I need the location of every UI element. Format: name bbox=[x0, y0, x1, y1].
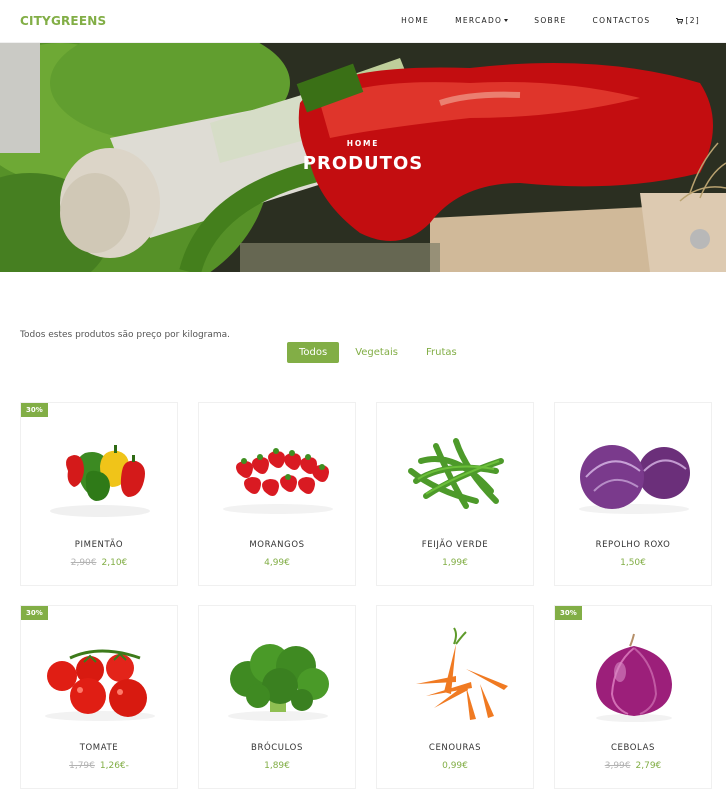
nav-sobre-label: SOBRE bbox=[534, 16, 567, 25]
product-card[interactable]: CENOURAS 0,99€ bbox=[376, 605, 534, 789]
discount-badge: 30% bbox=[21, 606, 48, 620]
nav-contactos-label: CONTACTOS bbox=[592, 16, 651, 25]
product-prices: 3,99€ 2,79€ bbox=[555, 761, 711, 771]
cart-icon bbox=[676, 17, 684, 24]
product-card[interactable]: REPOLHO ROXO 1,50€ bbox=[554, 402, 712, 586]
product-card[interactable]: 30% TOMATE 1,79€ 1,26€- bbox=[20, 605, 178, 789]
product-name: BRÓCULOS bbox=[251, 743, 303, 753]
product-prices: 1,50€ bbox=[555, 558, 711, 568]
brand-logo[interactable]: CITYGREENS bbox=[20, 14, 106, 28]
product-name: PIMENTÃO bbox=[74, 540, 124, 550]
price: 2,10€ bbox=[101, 558, 128, 568]
price: 1,89€ bbox=[264, 761, 290, 771]
cart-count: [2] bbox=[685, 16, 700, 25]
nav-links: HOME MERCADO SOBRE CONTACTOS [2] bbox=[375, 16, 700, 25]
red-cabbage-image bbox=[579, 445, 690, 514]
breadcrumb[interactable]: HOME bbox=[0, 139, 726, 148]
green-beans-image bbox=[408, 438, 504, 509]
red-onion-image bbox=[596, 633, 672, 722]
product-prices: 1,99€ bbox=[377, 558, 533, 568]
product-card[interactable]: 30% PIMENTÃO 2,90€ 2,10€ bbox=[20, 402, 178, 586]
caret-down-icon bbox=[504, 19, 509, 22]
price: 4,99€ bbox=[264, 558, 290, 568]
nav-contactos[interactable]: CONTACTOS bbox=[593, 16, 651, 25]
product-prices: 0,99€ bbox=[377, 761, 533, 771]
navbar: CITYGREENS HOME MERCADO SOBRE CONTACTOS … bbox=[0, 0, 726, 43]
nav-sobre[interactable]: SOBRE bbox=[534, 16, 566, 25]
price: 0,99€ bbox=[442, 761, 468, 771]
nav-mercado-label: MERCADO bbox=[455, 16, 503, 25]
product-card[interactable]: BRÓCULOS 1,89€ bbox=[198, 605, 356, 789]
hero-banner: HOME PRODUTOS bbox=[0, 43, 726, 272]
filter-todos[interactable]: Todos bbox=[287, 342, 340, 363]
price: 1,50€ bbox=[620, 558, 646, 568]
product-name: TOMATE bbox=[79, 743, 119, 753]
page-title: PRODUTOS bbox=[302, 153, 424, 174]
old-price: 2,90€ bbox=[70, 558, 97, 568]
product-card[interactable]: MORANGOS 4,99€ bbox=[198, 402, 356, 586]
nav-cart[interactable]: [2] bbox=[676, 16, 700, 25]
product-prices: 4,99€ bbox=[199, 558, 355, 568]
pricing-note: Todos estes produtos são preço por kilog… bbox=[20, 330, 231, 340]
tomatoes-image bbox=[45, 649, 155, 721]
filter-frutas[interactable]: Frutas bbox=[414, 342, 469, 363]
price: 1,99€ bbox=[442, 558, 468, 568]
product-prices: 2,90€ 2,10€ bbox=[21, 558, 177, 568]
product-name: FEIJÃO VERDE bbox=[421, 540, 489, 550]
filter-vegetais[interactable]: Vegetais bbox=[343, 342, 410, 363]
nav-home-label: HOME bbox=[401, 16, 430, 25]
nav-home[interactable]: HOME bbox=[401, 16, 429, 25]
discount-badge: 30% bbox=[21, 403, 48, 417]
category-filters: Todos Vegetais Frutas bbox=[287, 342, 473, 363]
old-price: 3,99€ bbox=[604, 761, 631, 771]
product-name: CENOURAS bbox=[428, 743, 482, 753]
product-prices: 1,79€ 1,26€- bbox=[21, 761, 177, 771]
bell-peppers-image bbox=[50, 445, 150, 517]
product-name: CEBOLAS bbox=[610, 743, 656, 753]
carrots-image bbox=[416, 627, 508, 720]
broccoli-image bbox=[228, 644, 329, 721]
discount-badge: 30% bbox=[555, 606, 582, 620]
strawberries-image bbox=[223, 448, 333, 514]
price: 1,26€- bbox=[99, 761, 129, 771]
product-card[interactable]: FEIJÃO VERDE 1,99€ bbox=[376, 402, 534, 586]
product-prices: 1,89€ bbox=[199, 761, 355, 771]
old-price: 1,79€ bbox=[69, 761, 95, 771]
product-card[interactable]: 30% CEBOLAS 3,99€ 2,79€ bbox=[554, 605, 712, 789]
product-name: MORANGOS bbox=[249, 540, 305, 550]
price: 2,79€ bbox=[635, 761, 662, 771]
nav-mercado-dropdown[interactable]: MERCADO bbox=[455, 16, 509, 25]
product-name: REPOLHO ROXO bbox=[595, 540, 671, 550]
